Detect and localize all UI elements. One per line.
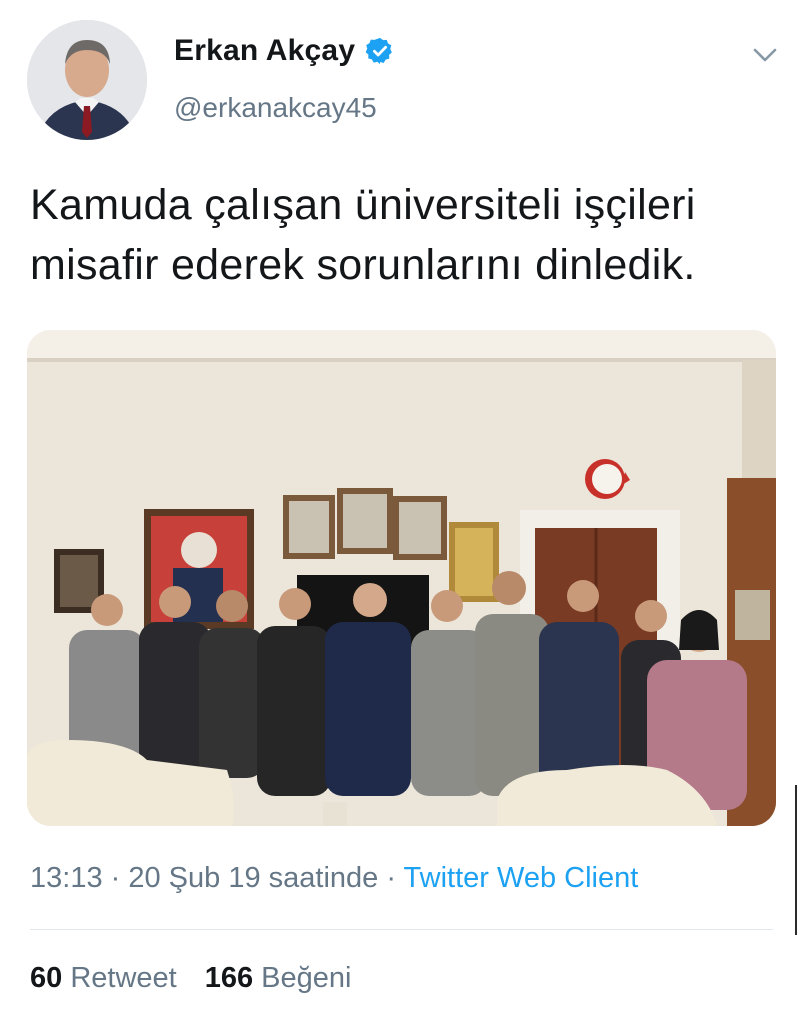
- retweet-label: Retweet: [70, 962, 177, 994]
- tweet-time[interactable]: 13:13: [30, 862, 103, 894]
- tweet-photo[interactable]: [27, 330, 776, 826]
- retweet-count: 60: [30, 962, 63, 994]
- tweet-date[interactable]: 20 Şub 19 saatinde: [128, 862, 378, 894]
- tweet-text-line: misafir ederek sorunlarını dinledik.: [30, 241, 696, 289]
- like-label: Beğeni: [261, 962, 352, 994]
- avatar[interactable]: [27, 20, 147, 140]
- scroll-indicator: [795, 785, 797, 935]
- tweet-meta: 13:13 · 20 Şub 19 saatinde · Twitter Web…: [30, 862, 638, 895]
- source-client-link[interactable]: Twitter Web Client: [404, 862, 639, 894]
- tweet-stats: 60 Retweet 166 Beğeni: [30, 962, 351, 995]
- meta-separator: ·: [378, 862, 404, 894]
- meta-separator: ·: [102, 862, 129, 894]
- avatar-image: [27, 20, 147, 140]
- user-handle[interactable]: @erkanakcay45: [174, 92, 377, 124]
- retweets-stat[interactable]: 60 Retweet: [30, 962, 177, 995]
- group-photo-image: [27, 330, 776, 826]
- divider: [30, 929, 773, 930]
- author-name-row[interactable]: Erkan Akçay: [174, 34, 395, 68]
- tweet-text: Kamuda çalışan üniversiteli işçileri mis…: [30, 175, 790, 295]
- tweet-text-line: Kamuda çalışan üniversiteli işçileri: [30, 181, 696, 229]
- like-count: 166: [204, 962, 254, 994]
- likes-stat[interactable]: 166 Beğeni: [205, 962, 352, 995]
- tweet-detail: Erkan Akçay @erkanakcay45 Kamuda çalışan…: [0, 0, 803, 1024]
- verified-badge-icon: [365, 36, 395, 66]
- chevron-down-icon[interactable]: [750, 40, 780, 70]
- display-name[interactable]: Erkan Akçay: [174, 34, 355, 68]
